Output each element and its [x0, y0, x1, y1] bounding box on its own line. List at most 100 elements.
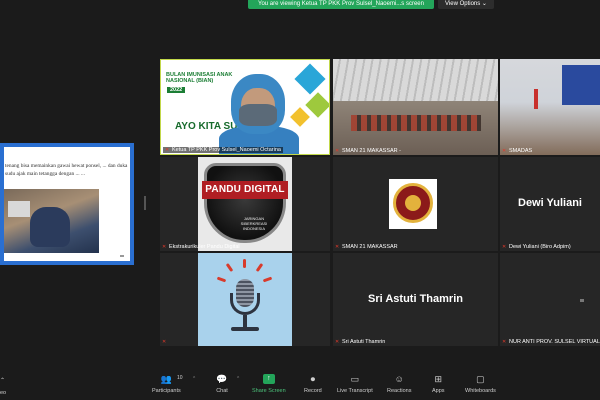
mic-muted-icon: ✕ — [502, 147, 507, 154]
video-tile-pandu-digital[interactable]: JARINGAN SIBERKREASI INDONESIA PANDU DIG… — [160, 157, 330, 251]
share-screen-icon: ↑ — [262, 374, 275, 384]
participant-name: SMAN 21 MAKASSAR — [342, 244, 398, 250]
live-transcript-label: Live Transcript — [337, 388, 373, 394]
pandu-digital-logo: JARINGAN SIBERKREASI INDONESIA PANDU DIG… — [198, 157, 292, 251]
record-button[interactable]: ⏺ Record — [304, 374, 322, 394]
participant-name: Ketua TP PKK Prov Sulsel_Naoemi Octarina — [172, 147, 281, 153]
poster-year: 2022 — [167, 87, 186, 93]
mic-muted-icon: ✕ — [502, 338, 507, 345]
participants-caret-icon[interactable]: ⌃ — [192, 376, 196, 382]
mic-muted-icon: ✕ — [335, 147, 340, 154]
view-options-label: View Options — [445, 1, 481, 7]
video-tile-sman21-logo[interactable]: ✕ SMAN 21 MAKASSAR — [333, 157, 498, 251]
apps-button[interactable]: ⊞ Apps — [432, 374, 445, 394]
participant-mask — [239, 104, 277, 126]
video-tile-sman21-hall[interactable]: ✕ SMAN 21 MAKASSAR - — [333, 59, 498, 155]
shared-screen-view[interactable]: tenang bisa memainkan gawai hewat ponsel… — [0, 143, 134, 265]
classroom-banner — [562, 65, 600, 105]
whiteboards-button[interactable]: ▢ Whiteboards — [465, 374, 496, 394]
shared-document-text: tenang bisa memainkan gawai hewat ponsel… — [5, 163, 128, 177]
video-tile-sri[interactable]: Sri Astuti Thamrin ✕ Sri Astuti Thamrin — [333, 253, 498, 346]
apps-icon: ⊞ — [434, 374, 443, 384]
participants-label: Participants — [152, 388, 181, 394]
poster-decoration — [294, 63, 326, 95]
sound-ray — [262, 276, 273, 283]
microphone-holder — [230, 293, 260, 315]
participant-name: Ekstrakurikuler Pandu Digital — [169, 244, 240, 250]
participant-name-tag: ✕ SMAN 21 MAKASSAR — [335, 244, 398, 250]
share-screen-button[interactable]: ↑ Share Screen — [252, 374, 286, 394]
hall-roof — [333, 59, 498, 101]
smiley-icon: ☺ — [394, 374, 404, 384]
video-tile-nur[interactable]: ✕ NUR ANTI PROV. SULSEL VIRTUAL — [500, 253, 600, 346]
mic-muted-icon: ✕ — [335, 338, 340, 345]
mic-muted-icon: ✕ — [335, 243, 340, 250]
video-tile-podcast[interactable]: ✕ — [160, 253, 330, 346]
participant-name: SMAN 21 MAKASSAR - — [342, 148, 401, 154]
whiteboards-label: Whiteboards — [465, 388, 496, 394]
split-view-handle[interactable] — [144, 196, 146, 210]
mic-muted-icon: ✕ — [162, 339, 167, 345]
participant-name-tag: ✕ Dewi Yuliani (Biro Adpim) — [502, 244, 571, 250]
video-tile-smadas[interactable]: ✕ SMADAS — [500, 59, 600, 155]
view-options-button[interactable]: View Options ⌄ — [438, 0, 494, 9]
chat-caret-icon[interactable]: ⌃ — [236, 376, 240, 382]
poster-decoration — [290, 107, 310, 127]
participant-name: Sri Astuti Thamrin — [342, 339, 386, 345]
badge-subtitle: JARINGAN SIBERKREASI INDONESIA — [240, 216, 268, 231]
classroom-flag — [534, 89, 538, 109]
live-transcript-button[interactable]: ▭ Live Transcript — [337, 374, 373, 394]
participants-count: 10 — [177, 375, 183, 381]
chat-label: Chat — [216, 388, 228, 394]
podcast-image — [198, 253, 292, 346]
video-caret-icon[interactable]: ⌃ — [0, 377, 5, 384]
participant-name-tag: ✕ SMAN 21 MAKASSAR - — [335, 148, 401, 154]
participant-name-tag: ✕ Sri Astuti Thamrin — [335, 339, 385, 345]
school-logo-center — [405, 195, 421, 211]
chevron-down-icon: ⌄ — [480, 1, 487, 7]
video-tile-ketua[interactable]: BULAN IMUNISASI ANAK NASIONAL (BIAN) 202… — [160, 59, 330, 155]
reactions-label: Reactions — [387, 388, 412, 394]
shared-document: tenang bisa memainkan gawai hewat ponsel… — [4, 147, 130, 261]
record-label: Record — [304, 388, 322, 394]
people-icon: 👥 — [160, 374, 172, 384]
mic-muted-icon: ✕ — [165, 146, 170, 153]
viewing-screen-banner[interactable]: You are viewing Ketua TP PKK Prov Sulsel… — [248, 0, 434, 9]
meeting-toolbar: ⌃ eo 👥 Participants 10 ⌃ 💬 Chat ⌃ ↑ Shar… — [0, 370, 600, 400]
video-button-label[interactable]: eo — [0, 390, 6, 396]
participant-name-tag: ✕ — [162, 340, 169, 345]
microphone-stem — [243, 315, 247, 327]
participant-name: SMADAS — [509, 148, 533, 154]
page-indicator — [120, 255, 124, 257]
poster-decoration — [305, 92, 329, 118]
sound-ray — [255, 262, 264, 273]
reactions-button[interactable]: ☺ Reactions — [387, 374, 411, 394]
participant-display-name: Dewi Yuliani — [518, 197, 582, 209]
video-tile-dewi[interactable]: Dewi Yuliani ✕ Dewi Yuliani (Biro Adpim) — [500, 157, 600, 251]
mic-muted-icon: ✕ — [502, 243, 507, 250]
shared-document-photo — [4, 189, 99, 253]
chat-icon: 💬 — [216, 374, 228, 384]
participant-name-tag: ✕ SMADAS — [502, 148, 532, 154]
participant-name-tag: ✕ NUR ANTI PROV. SULSEL VIRTUAL — [502, 339, 600, 345]
video-placeholder — [580, 299, 584, 302]
whiteboard-icon: ▢ — [476, 374, 485, 384]
chat-button[interactable]: 💬 Chat — [216, 374, 228, 394]
photo-child — [30, 207, 70, 247]
participant-name-tag: ✕ Ketua TP PKK Prov Sulsel_Naoemi Octari… — [163, 147, 283, 153]
sound-ray — [243, 259, 246, 268]
participant-display-name: Sri Astuti Thamrin — [368, 293, 463, 305]
sound-ray — [225, 262, 234, 273]
microphone-base — [231, 327, 259, 331]
sound-ray — [216, 276, 227, 283]
cc-icon: ▭ — [350, 374, 360, 384]
badge-shield: JARINGAN SIBERKREASI INDONESIA — [204, 163, 286, 243]
participant-name: Dewi Yuliani (Biro Adpim) — [509, 244, 571, 250]
participant-name: NUR ANTI PROV. SULSEL VIRTUAL — [509, 339, 600, 345]
record-icon: ⏺ — [310, 374, 316, 384]
hall-crowd — [351, 115, 481, 131]
apps-label: Apps — [432, 388, 445, 394]
participant-name-tag: ✕ Ekstrakurikuler Pandu Digital — [162, 244, 240, 250]
share-screen-label: Share Screen — [252, 388, 286, 394]
mic-muted-icon: ✕ — [162, 243, 167, 250]
